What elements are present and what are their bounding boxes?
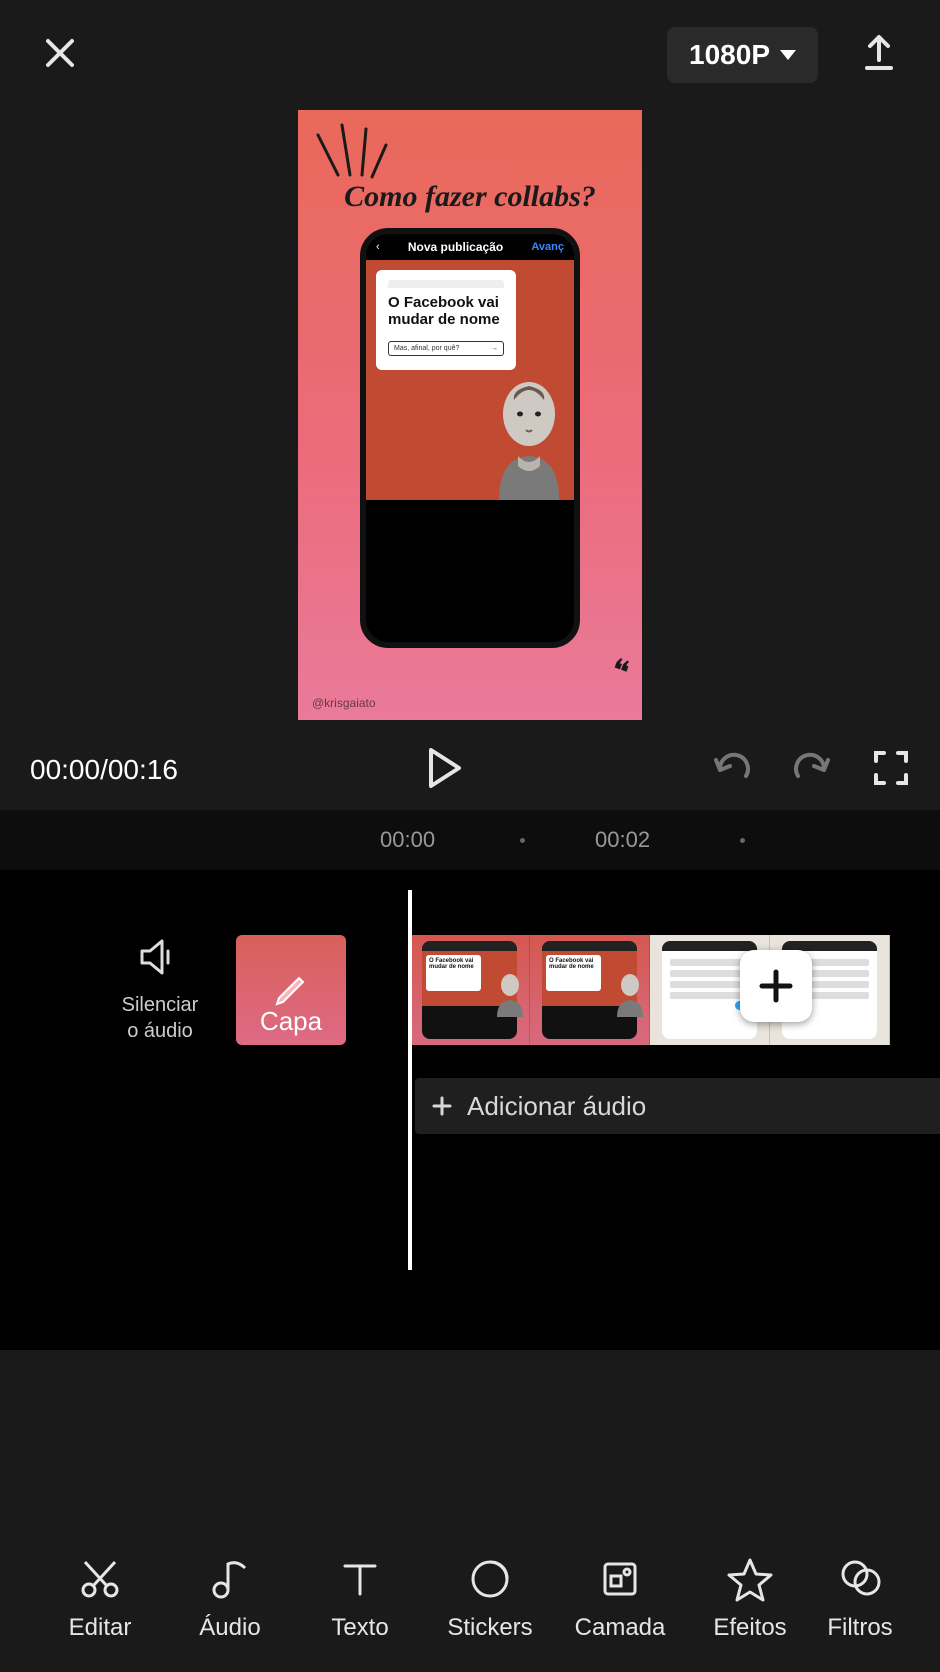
- phone-back: ‹: [376, 241, 380, 253]
- card-heading: O Facebook vai mudar de nome: [388, 294, 504, 329]
- tool-layer[interactable]: Camada: [560, 1556, 680, 1642]
- music-note-icon: [207, 1556, 253, 1602]
- tool-stickers[interactable]: Stickers: [430, 1556, 550, 1642]
- add-audio-label: Adicionar áudio: [467, 1091, 646, 1122]
- plus-icon: [431, 1095, 453, 1117]
- clip-frame[interactable]: O Facebook vai mudar de nome: [530, 935, 650, 1045]
- video-preview[interactable]: Como fazer collabs? ‹ Nova publicação Av…: [298, 110, 642, 720]
- resolution-button[interactable]: 1080P: [667, 27, 818, 83]
- filters-icon: [837, 1556, 883, 1602]
- phone-title: Nova publicação: [408, 240, 503, 254]
- mute-audio-button[interactable]: Silenciaro áudio: [100, 937, 220, 1044]
- tool-effects[interactable]: Efeitos: [690, 1556, 810, 1642]
- drops-decoration: ❝: [605, 650, 634, 692]
- tool-filters[interactable]: Filtros: [820, 1556, 900, 1642]
- card-subtext: Mas, afinal, por quê?: [394, 345, 459, 352]
- play-button[interactable]: [427, 748, 463, 793]
- add-audio-button[interactable]: Adicionar áudio: [415, 1078, 940, 1134]
- undo-button[interactable]: [712, 750, 752, 791]
- redo-button[interactable]: [792, 750, 832, 791]
- edit-cover-icon: [271, 966, 311, 1006]
- portrait-image: [484, 370, 574, 500]
- ruler-dot: [740, 838, 745, 843]
- close-icon[interactable]: [40, 33, 80, 78]
- tool-audio[interactable]: Áudio: [170, 1556, 290, 1642]
- layer-icon: [597, 1556, 643, 1602]
- add-clip-button[interactable]: [740, 950, 812, 1022]
- ruler-mark: 00:02: [595, 827, 650, 853]
- sticker-icon: [467, 1556, 513, 1602]
- tool-text[interactable]: Texto: [300, 1556, 420, 1642]
- fullscreen-button[interactable]: [872, 749, 910, 792]
- burst-decoration: [308, 115, 388, 195]
- ruler-mark: 00:00: [380, 827, 435, 853]
- export-icon[interactable]: [858, 32, 900, 79]
- phone-next: Avanç: [531, 241, 564, 253]
- cover-thumbnail[interactable]: Capa: [236, 935, 346, 1045]
- video-track[interactable]: O Facebook vai mudar de nome O Facebook …: [410, 935, 890, 1045]
- star-icon: [727, 1556, 773, 1602]
- author-handle: @krisgaiato: [312, 696, 376, 710]
- plus-icon: [756, 966, 796, 1006]
- ruler-dot: [520, 838, 525, 843]
- timeline[interactable]: Silenciaro áudio Capa O Facebook vai mud…: [0, 870, 940, 1350]
- scissors-icon: [77, 1556, 123, 1602]
- timeline-ruler[interactable]: 00:00 00:02: [0, 810, 940, 870]
- chevron-down-icon: [780, 50, 796, 60]
- phone-mockup: ‹ Nova publicação Avanç O Facebook vai m…: [360, 228, 580, 648]
- cover-label: Capa: [260, 1006, 322, 1037]
- clip-frame[interactable]: O Facebook vai mudar de nome: [410, 935, 530, 1045]
- speaker-icon: [138, 937, 182, 977]
- playhead[interactable]: [408, 890, 412, 1270]
- timecode: 00:00/00:16: [30, 754, 178, 786]
- text-icon: [337, 1556, 383, 1602]
- tool-edit[interactable]: Editar: [40, 1556, 160, 1642]
- resolution-label: 1080P: [689, 39, 770, 71]
- bottom-toolbar: Editar Áudio Texto Stickers Camada Efeit…: [0, 1556, 940, 1642]
